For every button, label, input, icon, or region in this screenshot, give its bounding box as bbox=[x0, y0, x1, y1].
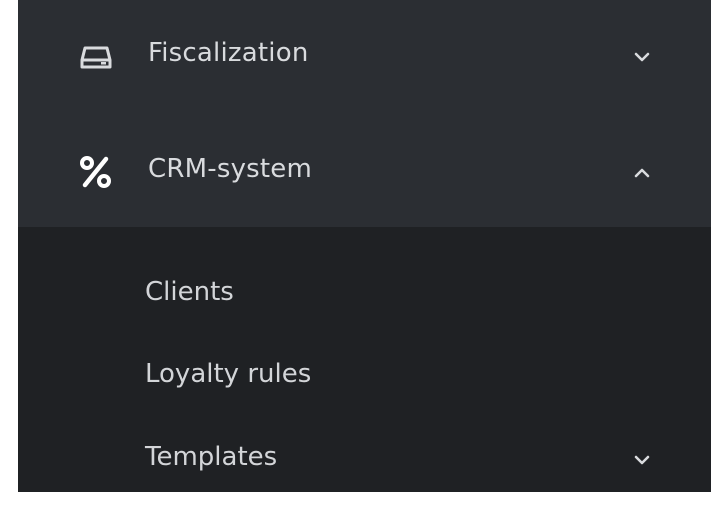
submenu-item-loyalty-rules[interactable]: Loyalty rules bbox=[18, 337, 711, 417]
percent-icon bbox=[78, 154, 114, 190]
submenu-item-label: Templates bbox=[145, 442, 278, 472]
crm-submenu: Clients Loyalty rules Templates bbox=[18, 227, 711, 492]
chevron-down-icon[interactable] bbox=[632, 50, 652, 64]
sidebar-menu: Fiscalization CRM-system Clients Loyalty… bbox=[18, 0, 711, 492]
submenu-item-clients[interactable]: Clients bbox=[18, 257, 711, 337]
chevron-down-icon[interactable] bbox=[632, 453, 652, 467]
menu-item-label: Fiscalization bbox=[148, 38, 309, 68]
submenu-item-label: Loyalty rules bbox=[145, 359, 312, 389]
menu-item-label: CRM-system bbox=[148, 154, 313, 184]
submenu-item-templates[interactable]: Templates bbox=[18, 417, 711, 497]
menu-item-crm-system[interactable]: CRM-system bbox=[18, 115, 711, 227]
submenu-item-label: Clients bbox=[145, 277, 234, 307]
chevron-up-icon[interactable] bbox=[632, 166, 652, 180]
drive-icon bbox=[78, 38, 114, 74]
menu-item-fiscalization[interactable]: Fiscalization bbox=[18, 0, 711, 115]
